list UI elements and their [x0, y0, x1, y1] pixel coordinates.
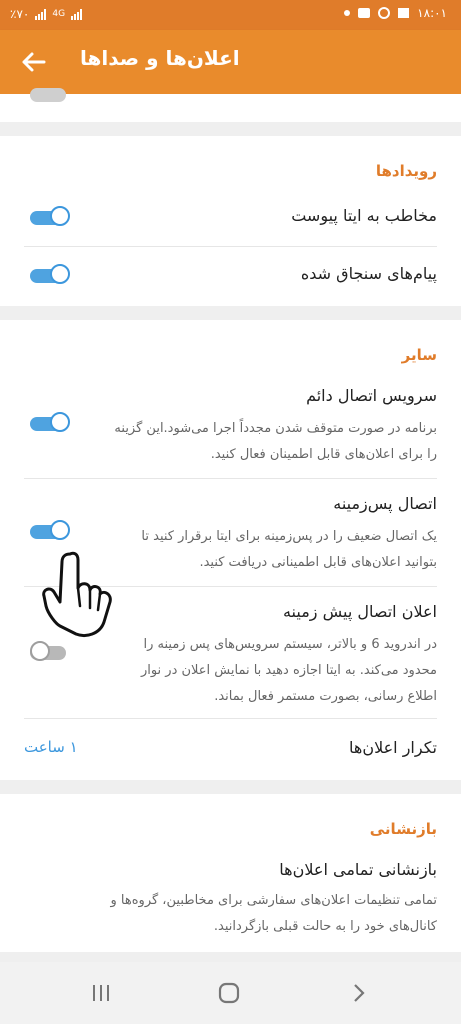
app-bar: اعلان‌ها و صداها — [0, 30, 461, 94]
other-item-desc-line: محدود می‌کند. به ایتا اجازه دهید با نمای… — [140, 663, 437, 678]
divider — [24, 478, 437, 479]
reset-section: بازنشانی بازنشانی تمامی اعلان‌ها تمامی ت… — [0, 794, 461, 952]
contact-joined-toggle[interactable] — [30, 203, 70, 231]
other-item-desc-line: برنامه در صورت متوقف شدن مجدداً اجرا می‌… — [114, 421, 437, 436]
network-type: 4G — [52, 9, 66, 19]
persistent-service-toggle[interactable] — [30, 409, 70, 437]
background-connection-toggle[interactable] — [30, 517, 70, 545]
recents-icon[interactable] — [86, 980, 116, 1006]
toggle-partial[interactable] — [30, 88, 66, 102]
events-section: رویدادها مخاطب به ایتا پیوست پیام‌های سن… — [0, 136, 461, 306]
other-item-desc-line: بتوانید اعلان‌های قابل اطمینانی دریافت ک… — [199, 555, 437, 570]
status-right: ۱۸:۰۱ — [344, 6, 447, 20]
divider — [24, 246, 437, 247]
clock-time: ۱۸:۰۱ — [417, 6, 447, 20]
events-item-pinned[interactable]: پیام‌های سنجاق شده — [0, 248, 461, 304]
other-header: سایر — [401, 346, 437, 364]
home-icon[interactable] — [214, 980, 244, 1006]
other-item-desc-line: یک اتصال ضعیف را در پس‌زمینه برای ایتا ب… — [141, 529, 437, 544]
other-item-persistent-service[interactable]: سرویس اتصال دائم برنامه در صورت متوقف شد… — [0, 382, 461, 478]
battery-percent: ٪۷۰ — [10, 7, 30, 21]
events-item-label: پیام‌های سنجاق شده — [300, 264, 437, 283]
reset-desc-line: تمامی تنظیمات اعلان‌های سفارشی برای مخاط… — [110, 893, 438, 908]
events-item-label: مخاطب به ایتا پیوست — [291, 206, 437, 225]
reset-all-title: بازنشانی تمامی اعلان‌ها — [279, 860, 437, 879]
app-e-icon — [378, 7, 391, 19]
repeat-notifications-row[interactable]: تکرار اعلان‌ها ۱ ساعت — [0, 720, 461, 780]
dot-icon — [344, 10, 351, 16]
back-chevron-icon[interactable] — [344, 980, 374, 1006]
reset-header: بازنشانی — [369, 820, 437, 838]
other-item-desc-line: را برای اعلان‌های قابل اطمینان فعال کنید… — [210, 447, 437, 462]
hand-pointer-icon — [40, 548, 116, 640]
repeat-notifications-value: ۱ ساعت — [24, 738, 78, 756]
repeat-notifications-label: تکرار اعلان‌ها — [349, 738, 437, 757]
other-item-label: اعلان اتصال پیش زمینه — [282, 602, 437, 621]
reset-all-row[interactable]: بازنشانی تمامی اعلان‌ها تمامی تنظیمات اع… — [0, 856, 461, 946]
image-icon — [398, 8, 410, 18]
status-bar: ٪۷۰ 4G ۱۸:۰۱ — [0, 0, 461, 30]
events-item-contact-joined[interactable]: مخاطب به ایتا پیوست — [0, 194, 461, 250]
signal-icon — [35, 8, 47, 20]
section-top-partial — [0, 88, 461, 122]
message-icon — [358, 8, 371, 18]
other-item-desc-line: اطلاع رسانی، بصورت مستمر فعال بماند. — [214, 689, 437, 704]
other-item-desc-line: در اندروید 6 و بالاتر، سیستم سرویس‌های پ… — [143, 637, 437, 652]
other-item-label: سرویس اتصال دائم — [306, 386, 437, 405]
status-left: ٪۷۰ 4G — [10, 7, 83, 21]
arrow-left-icon[interactable] — [20, 48, 50, 76]
divider — [24, 718, 437, 719]
other-item-label: اتصال پس‌زمینه — [333, 494, 437, 513]
system-nav-bar — [0, 962, 461, 1024]
signal-icon-2 — [71, 8, 83, 20]
pinned-messages-toggle[interactable] — [30, 261, 70, 289]
reset-desc-line: کانال‌های خود را به حالت قبلی بازگردانید… — [213, 919, 437, 934]
foreground-notification-toggle[interactable] — [30, 638, 70, 666]
page-title: اعلان‌ها و صداها — [80, 46, 240, 70]
events-header: رویدادها — [375, 162, 437, 180]
